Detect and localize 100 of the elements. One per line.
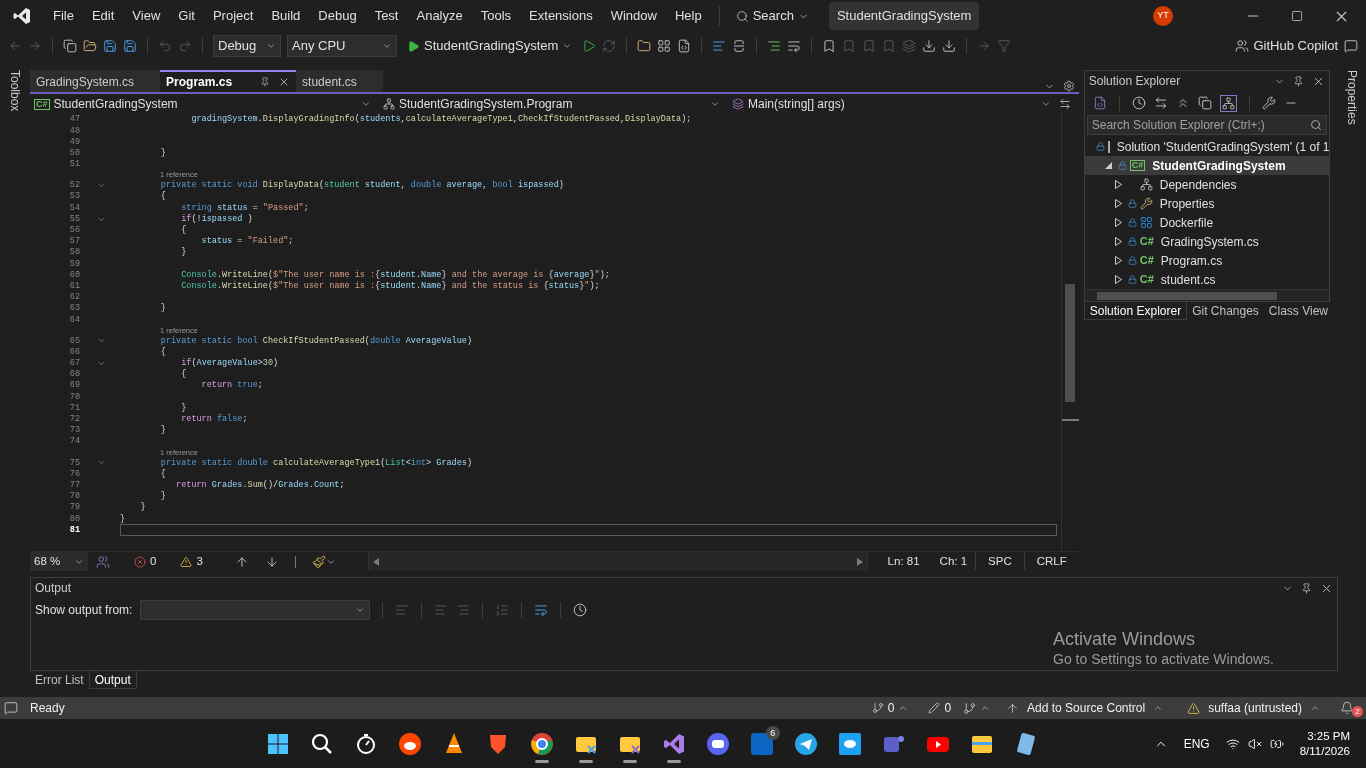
tree-item[interactable]: C# Program.cs xyxy=(1084,251,1329,270)
bottom-tab[interactable]: Error List xyxy=(30,671,89,689)
health-icon[interactable] xyxy=(96,554,110,569)
bottom-tab[interactable]: Output xyxy=(88,671,137,689)
menu-item[interactable]: Project xyxy=(203,2,263,30)
line-ending-indicator[interactable]: CRLF xyxy=(1023,552,1079,571)
panel-tab[interactable]: Solution Explorer xyxy=(1083,302,1188,320)
restore-icon[interactable] xyxy=(1291,10,1303,22)
game-controller-icon[interactable] xyxy=(705,731,730,756)
panel-tab[interactable]: Git Changes xyxy=(1187,302,1264,320)
copy-icon[interactable] xyxy=(1197,96,1212,110)
expanded-triangle-icon[interactable] xyxy=(1105,162,1113,169)
copilot-button[interactable]: GitHub Copilot xyxy=(1235,36,1338,56)
properties-tab[interactable]: Properties xyxy=(1343,70,1361,126)
collapsed-triangle-icon[interactable] xyxy=(1115,237,1123,246)
project-dropdown[interactable]: C# StudentGradingSystem xyxy=(30,94,375,114)
search-button[interactable]: Search xyxy=(727,2,817,30)
pending-changes-icon[interactable] xyxy=(1131,96,1146,110)
zoom-dropdown[interactable]: 68 % xyxy=(30,552,88,571)
wifi-icon[interactable] xyxy=(1225,736,1240,751)
bookmark-icon[interactable] xyxy=(822,39,837,53)
tree-item[interactable]: C# StudentGradingSystem xyxy=(1084,156,1329,175)
code-cleanup-button[interactable] xyxy=(311,554,336,569)
save-icon[interactable] xyxy=(103,39,117,53)
menu-item[interactable]: Window xyxy=(601,2,666,30)
editor-tab[interactable]: student.cs xyxy=(296,70,383,92)
user-avatar[interactable]: YT xyxy=(1153,6,1173,26)
repository-button[interactable]: suffaa (untrusted) xyxy=(1179,699,1328,717)
new-item-icon[interactable] xyxy=(63,39,77,53)
start-without-debugging-icon[interactable] xyxy=(582,39,597,53)
download-icon[interactable] xyxy=(922,39,937,53)
platform-dropdown[interactable]: Any CPU xyxy=(287,35,397,57)
collapsed-triangle-icon[interactable] xyxy=(1115,256,1123,265)
tree-item[interactable]: C# GradingSystem.cs xyxy=(1084,232,1329,251)
muted-speaker-icon[interactable] xyxy=(1247,736,1262,751)
settings-icon[interactable] xyxy=(1062,80,1075,92)
horizontal-scrollbar[interactable] xyxy=(367,552,868,571)
output-window-icon[interactable] xyxy=(4,701,18,715)
word-wrap-icon[interactable] xyxy=(534,603,549,617)
feedback-icon[interactable] xyxy=(1344,39,1358,53)
menu-item[interactable]: Git xyxy=(169,2,204,30)
clock-time[interactable]: 3:25 PM xyxy=(1307,729,1350,744)
indent-icon[interactable] xyxy=(767,39,782,53)
language-indicator[interactable]: ENG xyxy=(1183,734,1210,753)
browser-icon[interactable] xyxy=(529,731,554,756)
app-tile-icon[interactable] xyxy=(749,731,774,756)
collapsed-triangle-icon[interactable] xyxy=(1115,180,1123,189)
whitespace-indicator[interactable]: SPC xyxy=(975,552,1024,571)
menu-item[interactable]: Debug xyxy=(309,2,366,30)
pin-icon[interactable] xyxy=(1301,582,1312,594)
notification-icon[interactable] xyxy=(1340,701,1354,715)
scroll-left-icon[interactable] xyxy=(372,557,379,566)
tree-item[interactable]: Properties xyxy=(1084,194,1329,213)
editor-tab[interactable]: GradingSystem.cs xyxy=(30,70,161,92)
collapsed-triangle-icon[interactable] xyxy=(1115,275,1123,284)
collapsed-triangle-icon[interactable] xyxy=(1115,218,1123,227)
tree-item[interactable]: Solution 'StudentGradingSystem' (1 of 1 xyxy=(1084,137,1329,156)
folder-icon[interactable] xyxy=(83,39,97,53)
menu-item[interactable]: Tools xyxy=(471,2,521,30)
horizontal-scrollbar[interactable] xyxy=(1084,289,1329,301)
save-all-icon[interactable] xyxy=(123,39,137,53)
caret-icon[interactable] xyxy=(980,703,991,713)
pushes-button[interactable]: 0 xyxy=(863,699,917,717)
menu-item[interactable]: View xyxy=(123,2,170,30)
folder-search-icon[interactable] xyxy=(637,39,652,53)
tree-item[interactable]: C# student.cs xyxy=(1084,270,1329,289)
run-button[interactable]: StudentGradingSystem xyxy=(403,36,577,56)
upload-icon[interactable] xyxy=(942,39,957,53)
menu-item[interactable]: Extensions xyxy=(520,2,602,30)
member-dropdown[interactable]: Main(string[] args) xyxy=(728,94,1055,114)
source-control-button[interactable]: Add to Source Control xyxy=(994,699,1176,717)
menu-item[interactable]: Test xyxy=(365,2,408,30)
menu-item[interactable]: File xyxy=(44,2,83,30)
clock-date[interactable]: 8/11/2026 xyxy=(1299,743,1350,758)
toggle-view-button[interactable] xyxy=(1219,94,1237,112)
window-icon[interactable] xyxy=(657,39,672,53)
branch-icon[interactable] xyxy=(963,701,977,715)
sync-icon[interactable] xyxy=(1153,96,1168,110)
class-dropdown[interactable]: StudentGradingSystem.Program xyxy=(379,94,724,114)
clock-icon[interactable] xyxy=(573,603,588,617)
pin-icon[interactable] xyxy=(260,77,271,87)
scroll-right-icon[interactable] xyxy=(856,557,863,566)
windows-logo-icon[interactable] xyxy=(265,731,290,756)
editor-tab[interactable]: Program.cs xyxy=(160,70,297,92)
menu-item[interactable]: Analyze xyxy=(407,2,472,30)
changes-button[interactable]: 0 xyxy=(920,699,960,717)
infinity-logo-icon[interactable] xyxy=(661,731,686,756)
tree-item[interactable]: Dependencies xyxy=(1084,175,1329,194)
menu-item[interactable]: Build xyxy=(262,2,310,30)
pin-icon[interactable] xyxy=(1292,75,1304,87)
split-icon[interactable] xyxy=(1058,98,1071,110)
toolbox-tab[interactable]: Toolbox xyxy=(6,70,24,116)
configuration-dropdown[interactable]: Debug xyxy=(213,35,281,57)
errors-button[interactable]: 0 xyxy=(134,552,157,571)
paper-plane-icon[interactable] xyxy=(793,731,818,756)
wrench-icon[interactable] xyxy=(1261,96,1276,110)
search-icon[interactable] xyxy=(309,731,334,756)
tree-item[interactable]: Dockerfile xyxy=(1084,213,1329,232)
panel-tab[interactable]: Class View xyxy=(1263,302,1333,320)
collapsed-triangle-icon[interactable] xyxy=(1115,199,1123,208)
